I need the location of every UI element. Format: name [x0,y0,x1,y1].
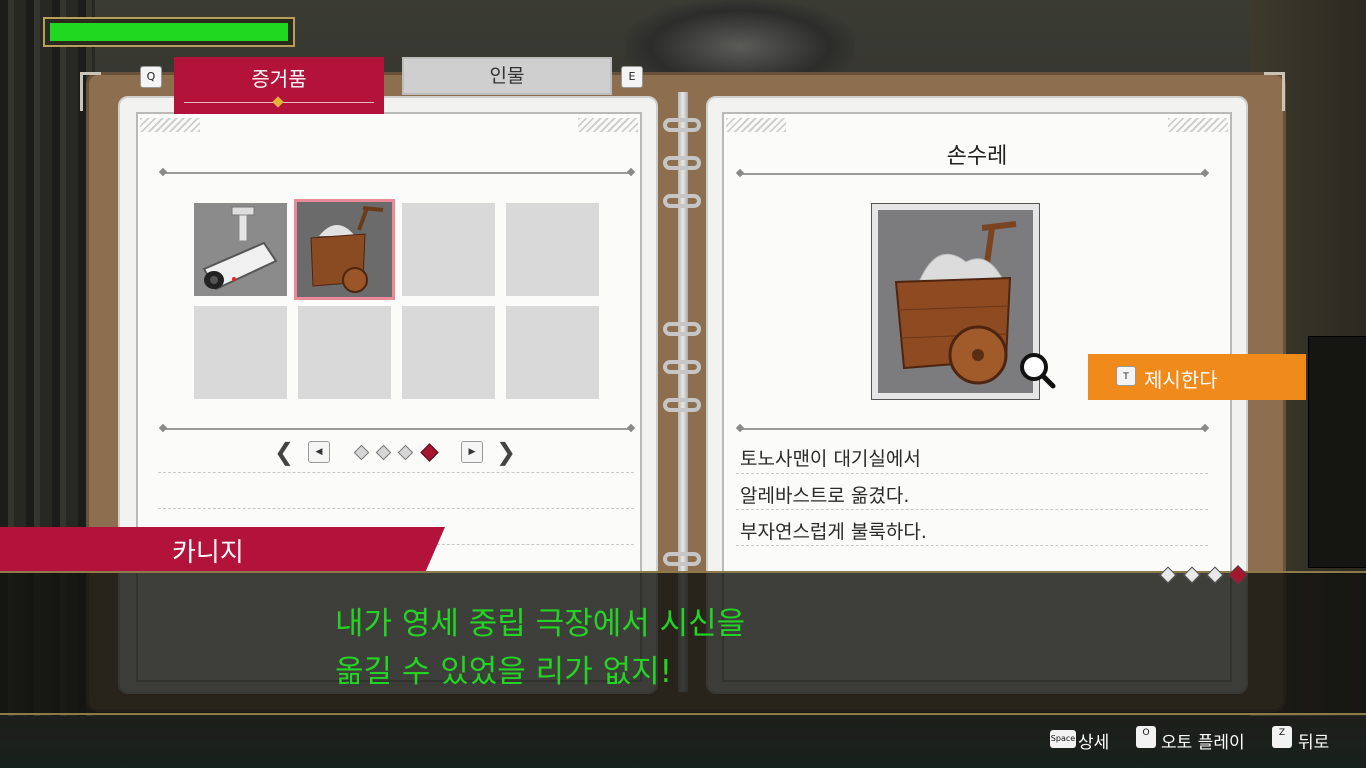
evidence-slot-empty[interactable] [506,203,599,296]
present-button[interactable]: T 제시한다 [1088,354,1306,400]
handcart-icon [310,206,384,293]
page-rule [740,428,1205,430]
page-rule [740,173,1205,175]
evidence-slot-empty[interactable] [298,306,391,399]
evidence-slot-empty[interactable] [194,306,287,399]
evidence-slot-security-camera[interactable] [194,203,287,296]
binder-ring [663,194,701,208]
page-rule [163,172,631,174]
chevron-right-icon[interactable]: ❯ [496,440,516,464]
tab-ornament-icon [272,96,284,108]
evidence-description-line: 토노사맨이 대기실에서 [740,448,921,470]
health-bar-fill [50,23,288,41]
o-key[interactable]: O [1136,726,1156,748]
binder-ring [663,322,701,336]
evidence-image[interactable] [878,210,1033,393]
tab-evidence[interactable]: 증거품 [174,57,384,114]
page-dash [158,472,634,473]
binder-corner-left [80,72,101,111]
page-dash [736,473,1208,474]
next-tab-key[interactable]: E [621,66,643,88]
page-ornament [726,118,786,132]
evidence-title: 손수레 [946,144,1008,169]
control-detail-label[interactable]: 상세 [1078,728,1109,753]
page-ornament [140,118,200,132]
page-prev-button[interactable]: ◀ [308,441,330,463]
prev-tab-key[interactable]: Q [140,66,162,88]
evidence-slot-empty[interactable] [402,203,495,296]
page-dash [736,509,1208,510]
binder-ring [663,398,701,412]
page-dash [736,545,1208,546]
evidence-description-line: 부자연스럽게 불룩하다. [740,521,927,543]
binder-corner-right [1264,72,1285,111]
evidence-slot-empty[interactable] [506,306,599,399]
scene-cloth [625,0,855,78]
handcart-icon [894,221,1017,385]
binder-ring [663,118,701,132]
chevron-left-icon[interactable]: ❮ [274,440,294,464]
dialogue-line: 옮길 수 있었을 리가 없지! [335,654,673,690]
present-label: 제시한다 [1144,368,1218,392]
binder-ring [663,156,701,170]
evidence-description-line: 알레바스트로 옮겼다. [740,485,910,507]
space-key[interactable]: Space [1050,730,1076,748]
tab-people-label: 인물 [489,65,525,87]
dialogue-line: 내가 영세 중립 극장에서 시신을 [335,606,746,642]
z-key[interactable]: Z [1272,726,1292,748]
page-dash [158,508,634,509]
page-ornament [1168,118,1228,132]
tab-people[interactable]: 인물 [402,57,612,95]
scene-right-doorway [1308,336,1366,568]
page-ornament [578,118,638,132]
security-camera-icon [202,206,278,291]
page-rule [163,428,631,430]
control-back-label[interactable]: 뒤로 [1298,728,1329,753]
control-autoplay-label[interactable]: 오토 플레이 [1161,728,1245,753]
evidence-slot-empty[interactable] [402,306,495,399]
present-key: T [1116,366,1136,386]
evidence-slot-handcart[interactable] [294,199,395,300]
binder-ring [663,360,701,374]
binder-ring [663,552,701,566]
speaker-name: 카니지 [172,538,244,568]
magnify-icon[interactable] [1018,351,1056,393]
tab-evidence-label: 증거품 [251,67,307,91]
page-next-button[interactable]: ▶ [461,441,483,463]
dialogue-box[interactable] [0,571,1366,715]
